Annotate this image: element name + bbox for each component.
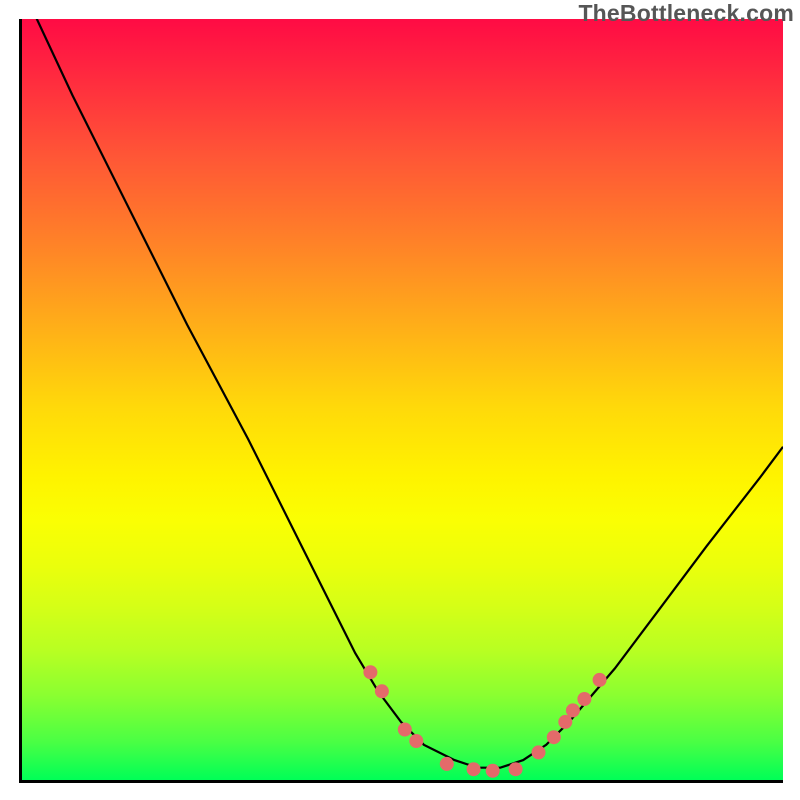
plot-area (19, 19, 783, 783)
watermark-text: TheBottleneck.com (578, 0, 794, 27)
